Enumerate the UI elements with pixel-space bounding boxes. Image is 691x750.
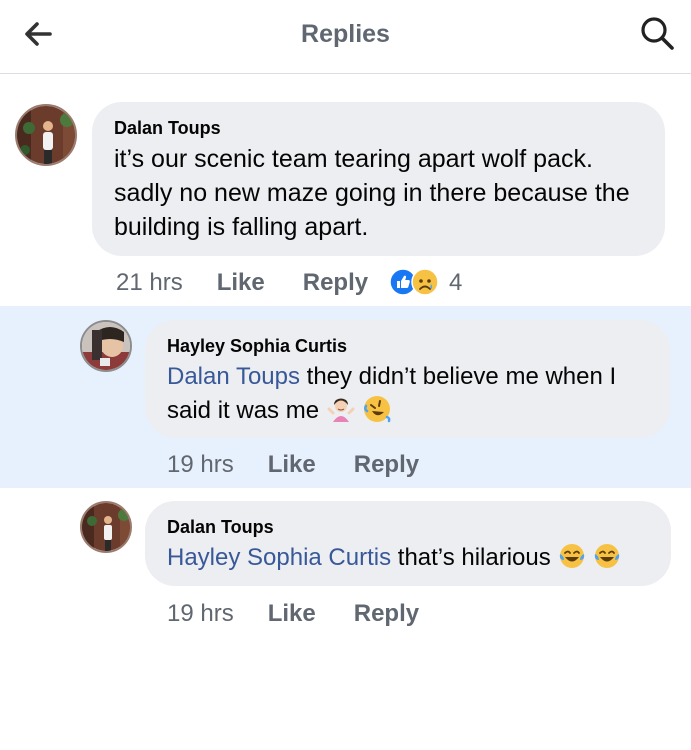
reply-item: Hayley Sophia Curtis Dalan Toups they di… bbox=[0, 306, 691, 488]
like-button[interactable]: Like bbox=[217, 267, 265, 299]
reply-button[interactable]: Reply bbox=[354, 598, 419, 630]
reaction-count: 4 bbox=[449, 269, 463, 296]
comment-author[interactable]: Dalan Toups bbox=[114, 116, 645, 140]
sad-reaction-icon bbox=[411, 268, 439, 296]
comment-author[interactable]: Dalan Toups bbox=[167, 515, 653, 539]
mention-link[interactable]: Dalan Toups bbox=[167, 363, 300, 390]
comment-meta: 19 hrs Like Reply bbox=[167, 449, 419, 481]
comment-item: Dalan Toups it’s our scenic team tearing… bbox=[0, 74, 691, 306]
page-title: Replies bbox=[301, 20, 390, 48]
avatar[interactable] bbox=[80, 320, 132, 372]
comment-meta: 19 hrs Like Reply bbox=[167, 598, 419, 630]
reply-item: Dalan Toups Hayley Sophia Curtis that’s … bbox=[0, 488, 691, 658]
avatar[interactable] bbox=[15, 104, 77, 166]
search-icon bbox=[641, 17, 674, 50]
comment-text: it’s our scenic team tearing apart wolf … bbox=[114, 145, 630, 241]
face-with-tears-of-joy-emoji-icon bbox=[560, 544, 585, 568]
comment-bubble[interactable]: Dalan Toups it’s our scenic team tearing… bbox=[92, 102, 665, 256]
comment-text-body: that’s hilarious bbox=[391, 544, 551, 571]
reactions-summary[interactable]: 4 bbox=[389, 267, 462, 299]
person-shrugging-emoji-icon bbox=[327, 398, 355, 422]
mention-link[interactable]: Hayley Sophia Curtis bbox=[167, 544, 391, 571]
avatar[interactable] bbox=[80, 501, 132, 553]
search-button[interactable] bbox=[638, 14, 678, 54]
comment-timestamp: 21 hrs bbox=[116, 269, 183, 296]
like-button[interactable]: Like bbox=[268, 449, 316, 481]
comment-bubble[interactable]: Hayley Sophia Curtis Dalan Toups they di… bbox=[145, 320, 670, 438]
comment-text-line1: they didn’t believe me when I bbox=[299, 363, 617, 390]
avatar-photo-icon bbox=[82, 322, 130, 370]
comment-author[interactable]: Hayley Sophia Curtis bbox=[167, 334, 652, 358]
reply-button[interactable]: Reply bbox=[354, 449, 419, 481]
comment-timestamp: 19 hrs bbox=[167, 451, 234, 478]
face-with-tears-of-joy-emoji-icon bbox=[595, 544, 620, 568]
comment-meta: 21 hrs Like Reply bbox=[116, 267, 368, 299]
rolling-on-floor-laughing-emoji-icon bbox=[364, 396, 391, 423]
comment-text-line2: said it was me bbox=[167, 397, 320, 424]
like-button[interactable]: Like bbox=[268, 598, 316, 630]
reply-button[interactable]: Reply bbox=[303, 267, 368, 299]
comment-bubble[interactable]: Dalan Toups Hayley Sophia Curtis that’s … bbox=[145, 501, 671, 586]
top-bar: Replies bbox=[0, 0, 691, 74]
comment-timestamp: 19 hrs bbox=[167, 600, 234, 627]
comment-text: Hayley Sophia Curtis that’s hilarious bbox=[167, 541, 653, 575]
comment-text: Dalan Toups they didn’t believe me when … bbox=[167, 360, 652, 428]
avatar-photo-icon bbox=[17, 106, 75, 164]
avatar-photo-icon bbox=[82, 503, 130, 551]
